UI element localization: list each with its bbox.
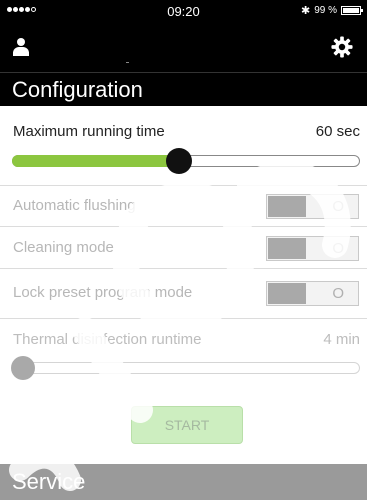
status-bar: 09:20 ✱ 99 % — [0, 0, 367, 22]
thermal-disinfection-value: 4 min — [323, 331, 360, 348]
thermal-disinfection-row: Thermal disinfection runtime 4 min — [0, 325, 367, 385]
max-running-time-label: Maximum running time — [13, 123, 165, 140]
bluetooth-icon: ✱ — [300, 5, 311, 17]
battery-icon — [341, 6, 363, 15]
start-button[interactable]: START — [131, 406, 243, 444]
toggle-knob — [268, 196, 306, 217]
automatic-flushing-label: Automatic flushing — [13, 197, 136, 214]
automatic-flushing-toggle[interactable]: O — [266, 194, 359, 219]
toggle-state: O — [332, 240, 344, 257]
cleaning-mode-label: Cleaning mode — [13, 239, 114, 256]
toggle-knob — [268, 283, 306, 304]
cleaning-mode-row: Cleaning mode O — [0, 227, 367, 268]
nav-indicator — [126, 62, 129, 63]
configuration-header: Configuration — [0, 72, 367, 106]
battery-percent: 99 % — [314, 5, 337, 16]
divider — [0, 318, 367, 319]
thermal-disinfection-slider[interactable] — [11, 356, 360, 380]
lock-preset-toggle[interactable]: O — [266, 281, 359, 306]
max-running-time-value: 60 sec — [315, 123, 360, 140]
service-header: Service — [0, 464, 367, 500]
lock-preset-row: Lock preset program mode O — [0, 272, 367, 313]
lock-preset-label: Lock preset program mode — [13, 284, 193, 301]
thermal-disinfection-label: Thermal disinfection runtime — [13, 331, 202, 348]
slider-thumb[interactable] — [11, 356, 35, 380]
toggle-state: O — [332, 198, 344, 215]
max-running-time-slider[interactable] — [12, 148, 360, 174]
toggle-state: O — [332, 285, 344, 302]
automatic-flushing-row: Automatic flushing O — [0, 185, 367, 226]
divider — [0, 268, 367, 269]
slider-thumb[interactable] — [166, 148, 193, 174]
slider-fill — [12, 155, 180, 167]
user-icon[interactable] — [13, 38, 29, 56]
gear-icon[interactable] — [331, 36, 353, 58]
toggle-knob — [268, 238, 306, 259]
cleaning-mode-toggle[interactable]: O — [266, 236, 359, 261]
max-running-time-row: Maximum running time 60 sec — [0, 113, 367, 185]
top-navbar — [0, 22, 367, 72]
